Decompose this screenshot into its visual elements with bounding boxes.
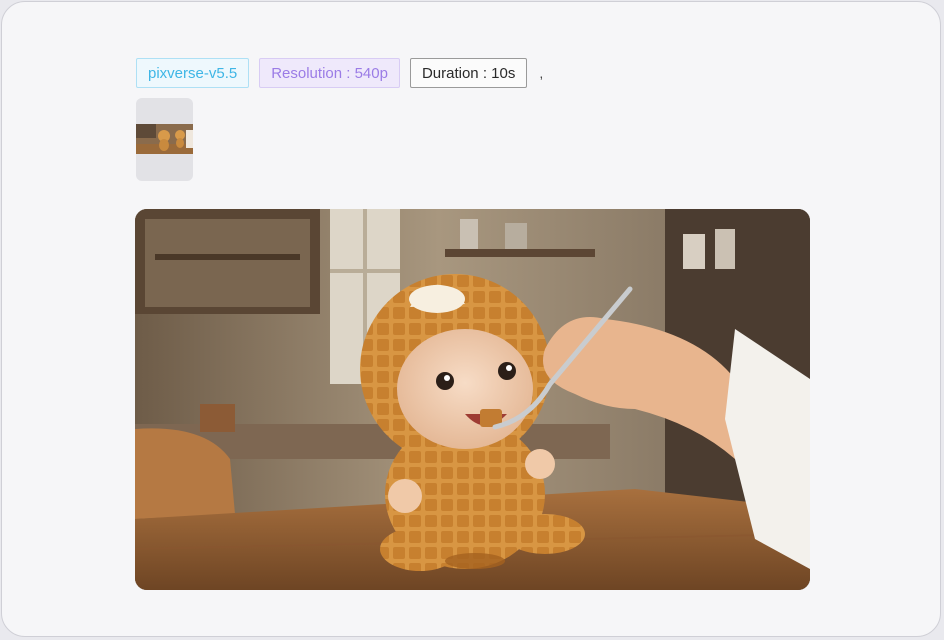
duration-tag: Duration : 10s [409,58,528,88]
generation-tags: pixverse-v5.5 Resolution : 540p Duration… [136,58,543,88]
video-preview[interactable] [135,209,810,590]
generation-card: pixverse-v5.5 Resolution : 540p Duration… [1,1,941,637]
tag-separator: , [539,65,544,81]
resolution-tag: Resolution : 540p [259,58,400,88]
waffle-baby-video-preview-image [135,209,810,590]
waffle-baby-thumbnail-icon [136,124,193,154]
model-tag: pixverse-v5.5 [136,58,250,88]
input-image-thumbnail[interactable] [136,98,193,181]
